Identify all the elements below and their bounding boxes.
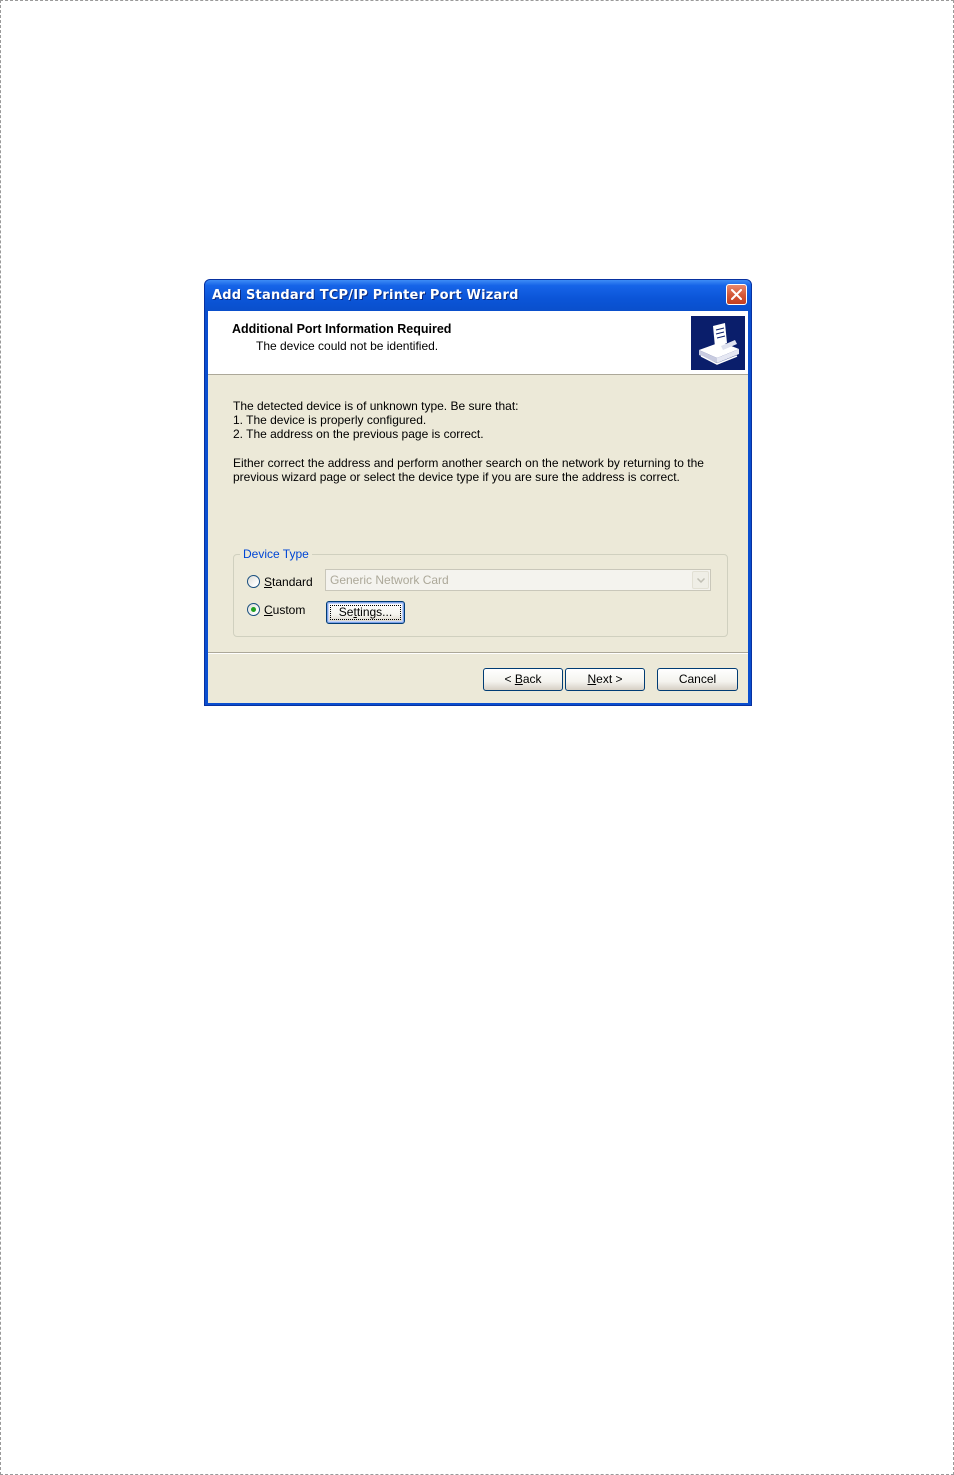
back-button[interactable]: < Back bbox=[483, 668, 563, 691]
standard-radio[interactable] bbox=[247, 575, 260, 588]
custom-label-rest: ustom bbox=[272, 603, 306, 617]
settings-label-rest: tings... bbox=[356, 605, 393, 619]
standard-accel: S bbox=[264, 575, 273, 589]
device-type-combo[interactable]: Generic Network Card bbox=[325, 569, 711, 591]
combo-value: Generic Network Card bbox=[330, 573, 449, 587]
chevron-down-icon bbox=[697, 578, 705, 583]
next-accel: N bbox=[587, 672, 597, 686]
page-border bbox=[0, 0, 954, 1475]
header-subtitle: The device could not be identified. bbox=[256, 339, 439, 353]
custom-accel: C bbox=[264, 603, 273, 617]
title-bar[interactable]: Add Standard TCP/IP Printer Port Wizard bbox=[205, 280, 751, 311]
close-icon bbox=[731, 289, 742, 300]
back-accel: B bbox=[514, 672, 523, 686]
cancel-button[interactable]: Cancel bbox=[657, 668, 738, 691]
back-label-rest: ack bbox=[522, 672, 542, 686]
combo-dropdown-button[interactable] bbox=[692, 571, 709, 589]
wizard-window: Add Standard TCP/IP Printer Port Wizard … bbox=[204, 279, 752, 706]
standard-radio-label[interactable]: Standard bbox=[264, 575, 313, 589]
printer-network-icon bbox=[691, 316, 745, 370]
custom-radio[interactable] bbox=[247, 603, 260, 616]
check-item-2: 2. The address on the previous page is c… bbox=[233, 427, 484, 441]
instruction-line-1: Either correct the address and perform a… bbox=[233, 456, 704, 470]
window-title: Add Standard TCP/IP Printer Port Wizard bbox=[212, 288, 519, 303]
wizard-header: Additional Port Information Required The… bbox=[208, 311, 748, 375]
header-title: Additional Port Information Required bbox=[232, 322, 452, 336]
intro-text: The detected device is of unknown type. … bbox=[233, 399, 519, 413]
check-item-1: 1. The device is properly configured. bbox=[233, 413, 427, 427]
back-label-prefix: < bbox=[504, 672, 515, 686]
next-button[interactable]: Next > bbox=[565, 668, 645, 691]
standard-label-rest: tandard bbox=[272, 575, 313, 589]
footer-separator bbox=[208, 652, 748, 654]
device-type-legend: Device Type bbox=[240, 547, 312, 561]
settings-label-prefix: Se bbox=[338, 605, 354, 619]
radio-selected-dot bbox=[251, 607, 256, 612]
device-type-group bbox=[233, 554, 728, 637]
close-button[interactable] bbox=[726, 284, 747, 305]
custom-radio-label[interactable]: Custom bbox=[264, 603, 305, 617]
wizard-client-area: Additional Port Information Required The… bbox=[208, 311, 748, 703]
instruction-line-2: previous wizard page or select the devic… bbox=[233, 470, 680, 484]
next-label-rest: ext > bbox=[596, 672, 623, 686]
settings-button[interactable]: Settings... bbox=[326, 601, 405, 624]
